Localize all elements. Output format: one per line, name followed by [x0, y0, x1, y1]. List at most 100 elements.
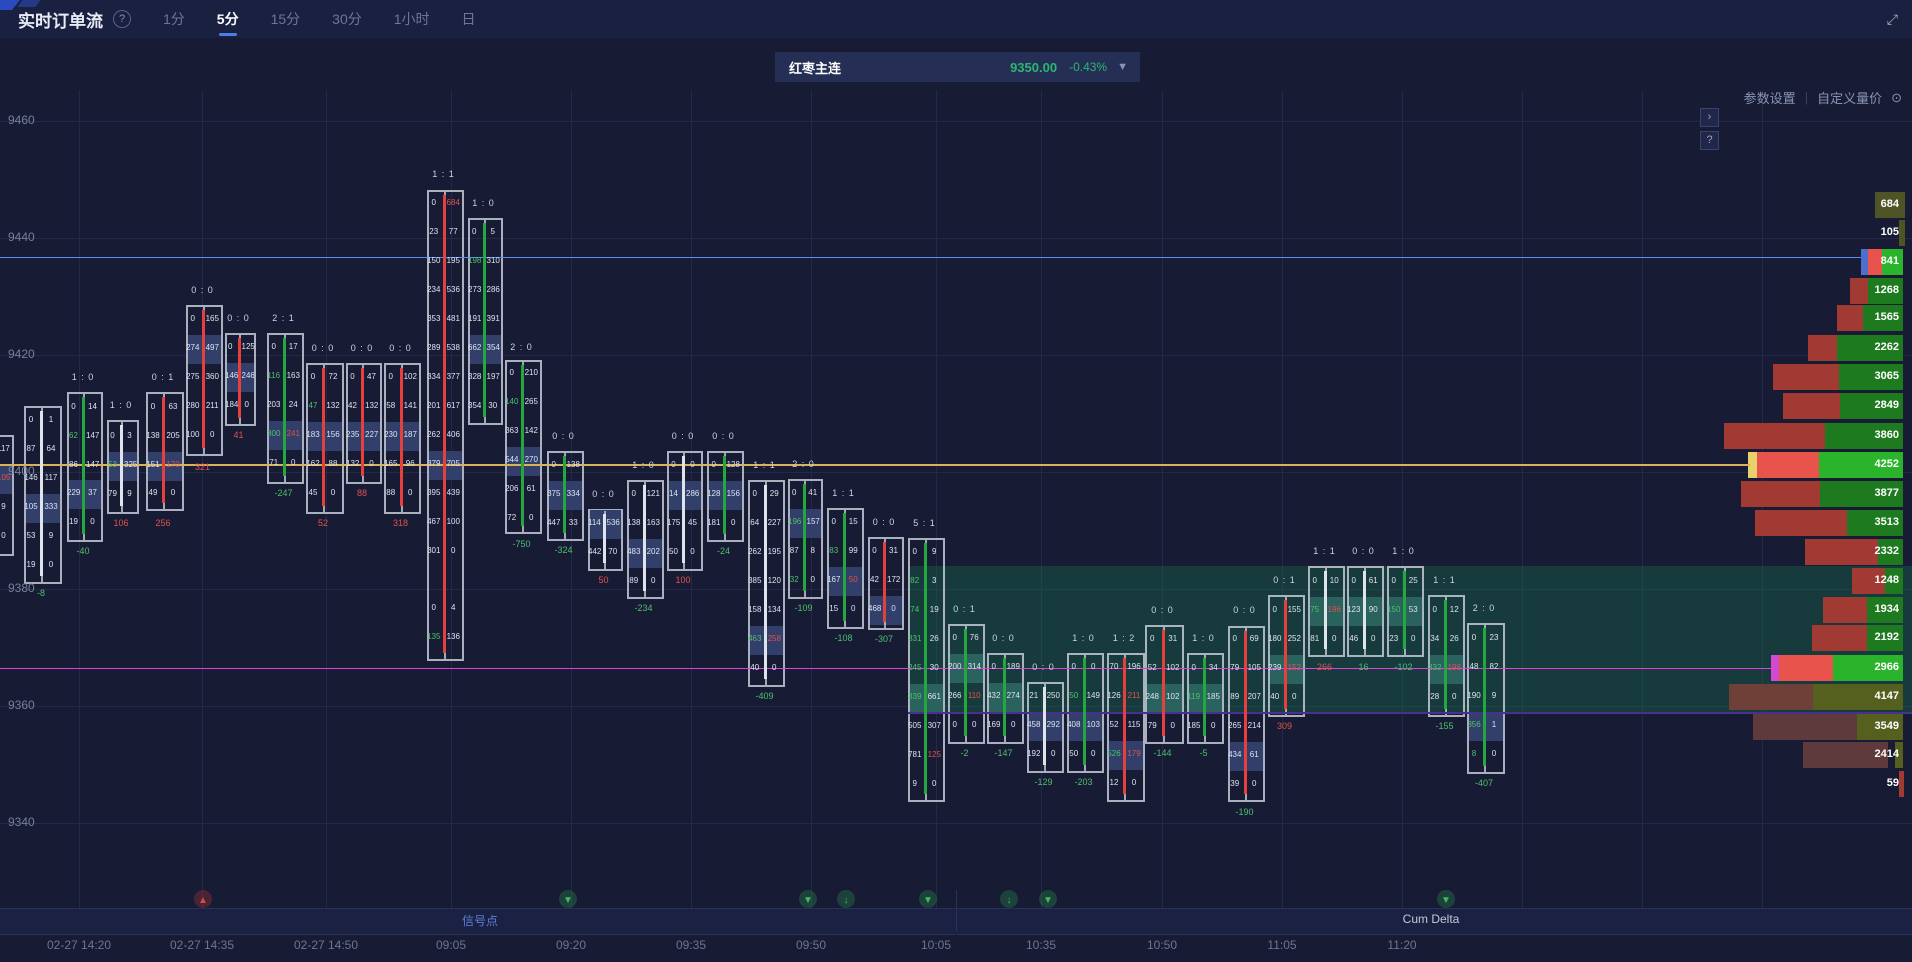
bid-volume-value: 262	[748, 537, 762, 566]
candle-direction-line	[162, 397, 165, 503]
bid-volume-value: 201	[427, 391, 441, 420]
x-axis-label: 09:05	[391, 938, 511, 952]
ask-volume-value: 0	[1328, 624, 1342, 653]
signal-marker[interactable]: ▼	[1039, 890, 1057, 908]
ask-volume-value: 110	[968, 681, 982, 710]
bid-volume-value: 15	[827, 594, 841, 623]
bid-volume-value: 175	[667, 508, 680, 537]
ask-volume-value: 23	[1487, 623, 1501, 652]
ask-volume-value: 147	[86, 421, 99, 450]
imbalance-ratio-label: 1 : 0	[97, 400, 145, 410]
candle-delta-label: -8	[12, 588, 70, 598]
bid-volume-value: 49	[146, 478, 160, 507]
ask-volume-value: 26	[928, 624, 942, 653]
candle-direction-line	[202, 310, 205, 448]
collapse-panel-button[interactable]: ›	[1700, 108, 1719, 127]
ask-volume-value: 252	[1288, 624, 1302, 653]
tab-timeframe-5[interactable]: 日	[460, 0, 478, 38]
x-axis-label: 02-27 14:50	[266, 938, 386, 952]
ask-volume-value: 0	[525, 503, 539, 532]
candle-direction-line	[1403, 571, 1406, 649]
bid-volume-value: 248	[1145, 682, 1160, 711]
ask-volume-value: 0	[1207, 711, 1221, 740]
bid-volume-value: 52	[1107, 710, 1121, 739]
signal-marker[interactable]: ▼	[559, 890, 577, 908]
signal-marker[interactable]: ↓	[837, 890, 855, 908]
panel-help-button[interactable]: ?	[1700, 131, 1719, 150]
imbalance-ratio-label: 0 : 0	[578, 489, 629, 499]
bid-volume-value: 34	[1428, 624, 1442, 653]
volume-profile-value: 59	[1829, 777, 1899, 789]
bid-volume-value: 89	[1228, 682, 1242, 711]
x-axis-label: 10:05	[876, 938, 996, 952]
bid-volume-value: 40	[748, 653, 762, 682]
ask-volume-value: 163	[287, 361, 301, 390]
candle-direction-line	[682, 456, 685, 563]
parameter-settings-button[interactable]: 参数设置	[1744, 88, 1796, 107]
bid-volume-value: 128	[707, 479, 721, 508]
tab-timeframe-4[interactable]: 1小时	[392, 0, 432, 38]
y-axis-label: 9340	[8, 815, 52, 829]
tab-timeframe-3[interactable]: 30分	[330, 0, 364, 38]
ask-volume-value: 187	[404, 420, 418, 449]
bid-volume-value: 192	[1027, 739, 1041, 768]
tab-timeframe-1[interactable]: 5分	[215, 0, 241, 38]
volume-profile-bar	[1729, 684, 1813, 710]
bid-volume-value: 0	[468, 217, 481, 246]
bid-volume-value: 273	[468, 275, 481, 304]
ask-volume-value: 147	[86, 450, 99, 479]
signal-marker[interactable]: ↓	[1000, 890, 1018, 908]
help-icon[interactable]: ?	[113, 10, 131, 28]
volume-profile-value: 3513	[1829, 516, 1899, 528]
candle-delta-label: 321	[174, 462, 231, 472]
bid-volume-value: 265	[1228, 711, 1242, 740]
tab-timeframe-2[interactable]: 15分	[269, 0, 303, 38]
imbalance-ratio-label: 0 : 0	[374, 343, 427, 353]
custom-volume-price-button[interactable]: 自定义量价	[1817, 88, 1882, 107]
candle-delta-label: -5	[1175, 748, 1232, 758]
bid-volume-value: 146	[24, 463, 38, 492]
signal-marker[interactable]: ▲	[194, 890, 212, 908]
fullscreen-icon[interactable]: ⤢	[1887, 11, 1898, 28]
ask-volume-value: 61	[525, 474, 539, 503]
ask-volume-value: 9	[1487, 681, 1501, 710]
bid-volume-value: 114	[588, 508, 601, 537]
bid-volume-value: 230	[384, 420, 398, 449]
candle-delta-label: -234	[615, 603, 672, 613]
bid-volume-value: 0	[948, 710, 962, 739]
v-gridline	[1282, 90, 1283, 910]
ask-volume-value: 211	[206, 391, 220, 420]
imbalance-ratio-label: 0 : 0	[176, 285, 229, 295]
tab-timeframe-0[interactable]: 1分	[161, 0, 187, 38]
ask-volume-value: 63	[166, 392, 180, 421]
gear-icon[interactable]: ⊙	[1891, 90, 1902, 106]
ask-volume-value: 0	[1448, 682, 1462, 711]
ask-volume-value: 90	[1367, 595, 1381, 624]
signal-marker[interactable]: ▼	[919, 890, 937, 908]
ask-volume-value: 0	[287, 448, 301, 477]
bid-volume-value: 88	[384, 478, 398, 507]
ask-volume-value: 195	[768, 537, 782, 566]
volume-profile-value: 3877	[1829, 487, 1899, 499]
bid-volume-value: 354	[468, 391, 481, 420]
signal-marker[interactable]: ▼	[799, 890, 817, 908]
ask-volume-value: 30	[487, 391, 500, 420]
bid-volume-value: 74	[908, 595, 922, 624]
instrument-selector[interactable]: 红枣主连 9350.00 -0.43% ▼	[775, 52, 1140, 82]
signal-down-arrow-icon: ▼	[1441, 895, 1451, 906]
imbalance-ratio-label: 2 : 0	[1457, 603, 1511, 613]
x-axis-label: 10:50	[1102, 938, 1222, 952]
ask-volume-value: 45	[686, 508, 699, 537]
volume-profile-bar	[1757, 452, 1819, 478]
candle-direction-line	[1284, 600, 1287, 709]
bid-volume-value: 82	[908, 566, 922, 595]
ask-volume-value: 10	[1328, 566, 1342, 595]
bid-volume-value: 50	[1067, 681, 1081, 710]
h-gridline	[0, 121, 1912, 122]
v-gridline	[1041, 90, 1042, 910]
bid-volume-value: 8	[1467, 739, 1481, 768]
signal-marker[interactable]: ▼	[1437, 890, 1455, 908]
bid-volume-value: 206	[505, 474, 519, 503]
bid-volume-value: 0	[384, 362, 398, 391]
bid-volume-value: 266	[948, 681, 962, 710]
